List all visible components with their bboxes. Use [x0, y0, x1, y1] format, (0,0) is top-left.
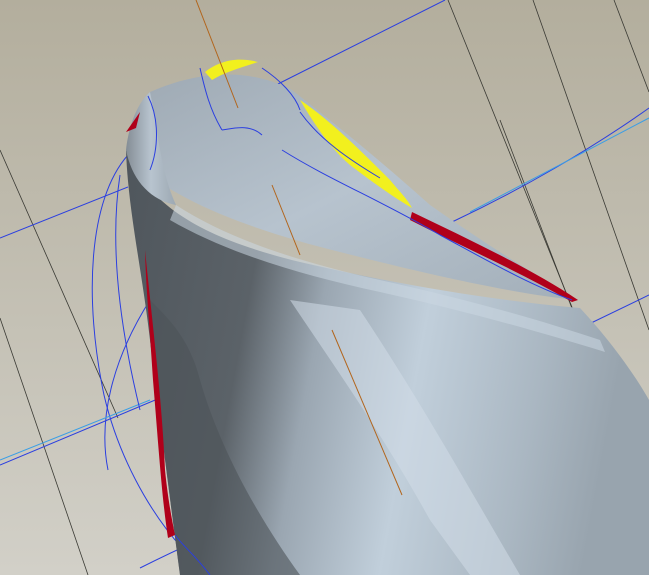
- cad-3d-viewport[interactable]: [0, 0, 649, 575]
- cad-scene[interactable]: [0, 0, 649, 575]
